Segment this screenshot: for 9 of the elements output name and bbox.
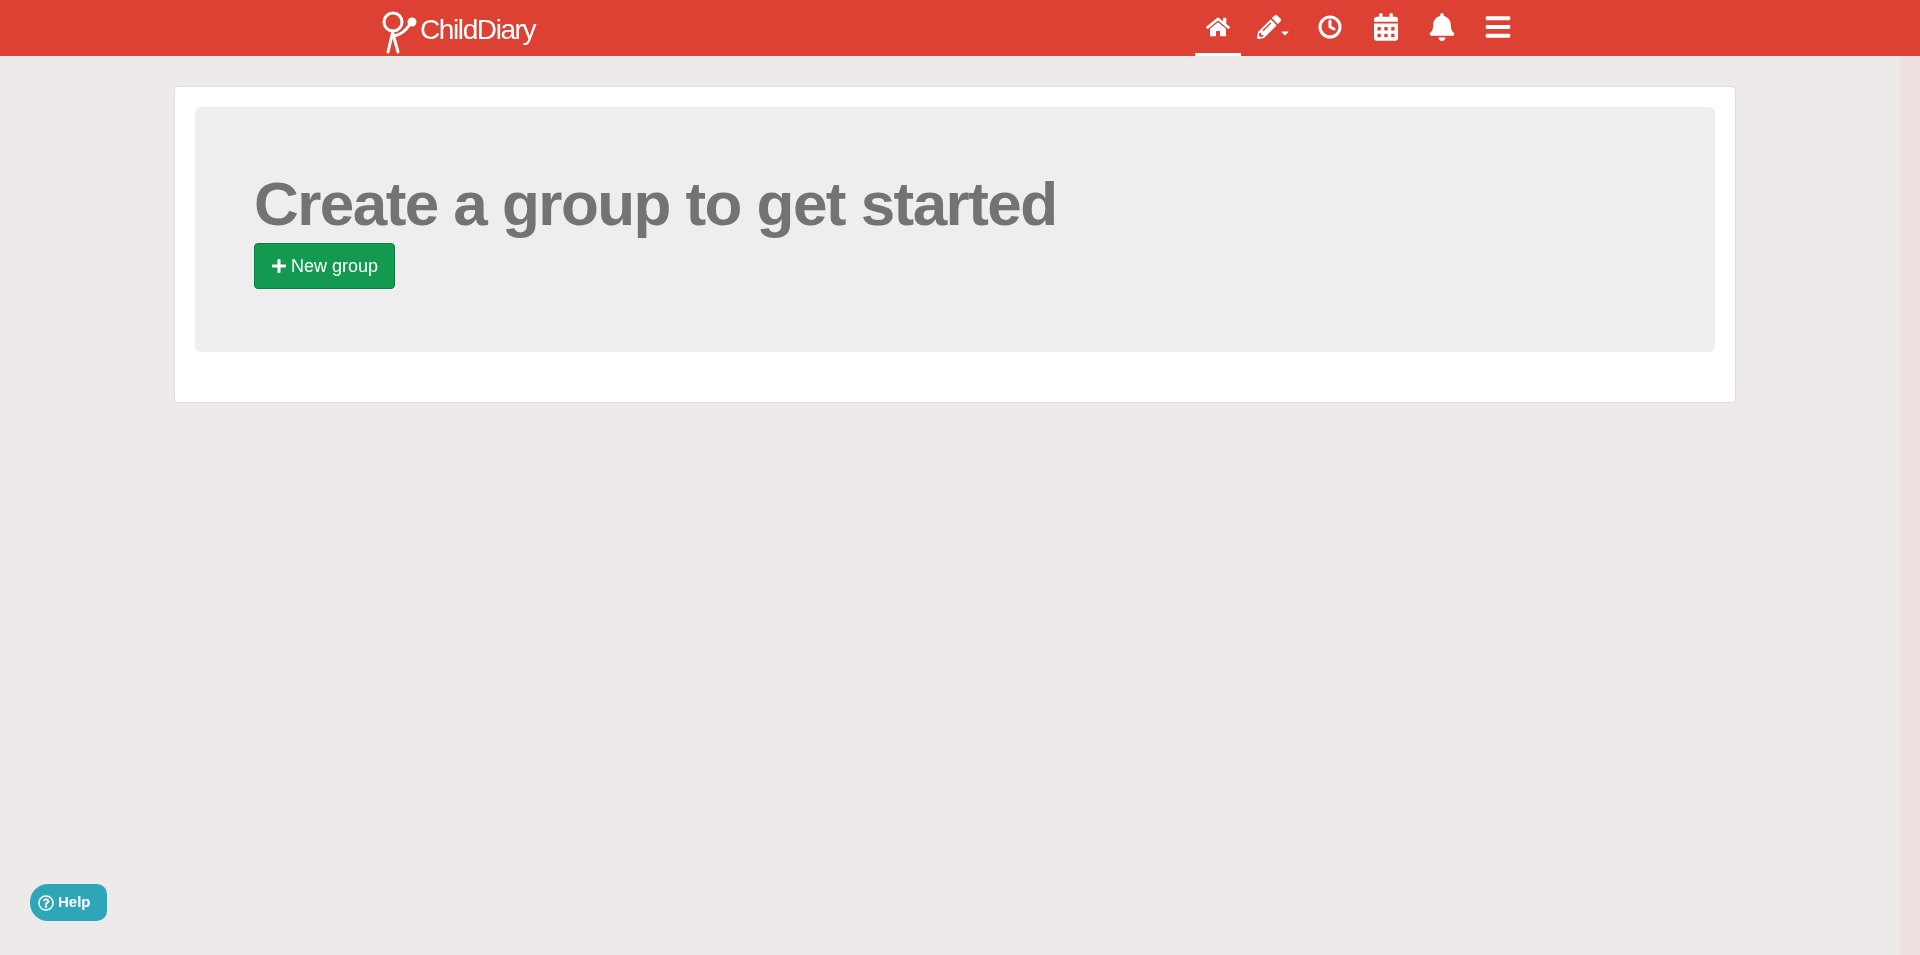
pencil-icon [1257,14,1282,39]
clock-icon [1318,14,1343,39]
logo-text: ChildDiary [420,13,536,47]
new-group-button[interactable]: New group [254,243,396,289]
help-icon [38,894,54,911]
help-button[interactable]: Help [30,884,107,921]
bell-icon [1428,12,1457,41]
calendar-icon [1374,12,1399,41]
plus-icon [271,258,287,274]
